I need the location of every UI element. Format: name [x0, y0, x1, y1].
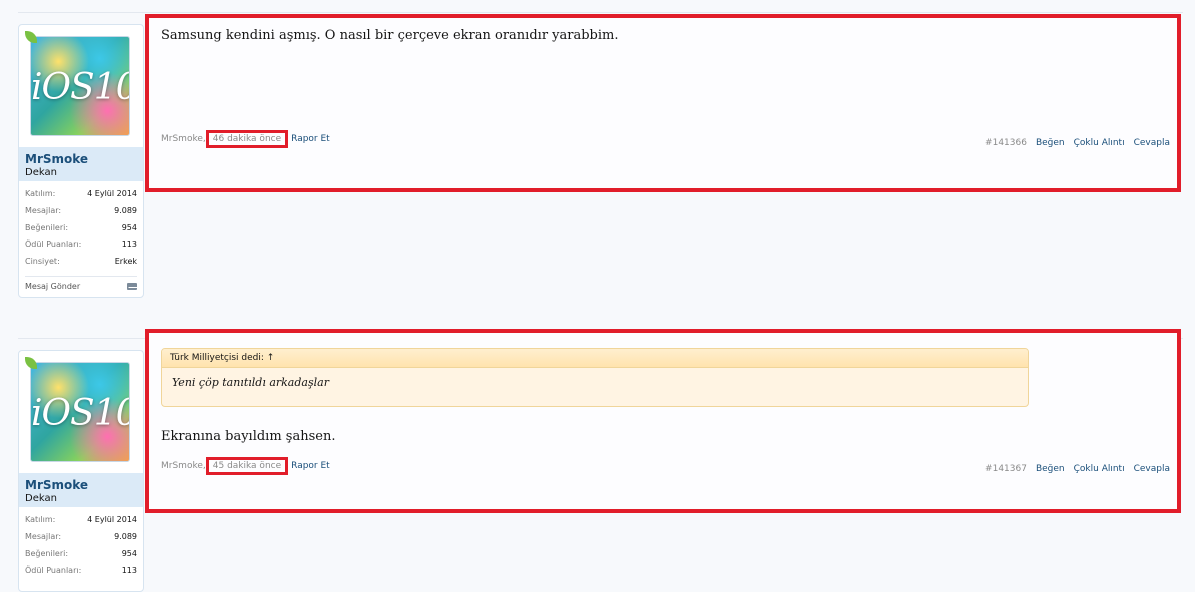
post-meta-left: MrSmoke, 46 dakika önce Rapor Et [161, 130, 330, 148]
post-message-box: Türk Milliyetçisi dedi: ↑ Yeni çöp tanıt… [145, 329, 1181, 513]
like-link[interactable]: Beğen [1036, 138, 1065, 148]
stat-label: Cinsiyet: [25, 257, 60, 266]
online-status-icon [25, 357, 37, 369]
multi-quote-link[interactable]: Çoklu Alıntı [1074, 464, 1125, 474]
stat-value: 4 Eylül 2014 [87, 515, 137, 524]
stat-value: 954 [121, 223, 137, 232]
reply-link[interactable]: Cevapla [1134, 464, 1170, 474]
stat-value[interactable]: 9.089 [114, 528, 137, 545]
stat-messages: Mesajlar: 9.089 [25, 528, 137, 545]
user-card: iOS10 MrSmoke Dekan Katılım: 4 Eylül 201… [18, 350, 144, 592]
name-block: MrSmoke Dekan [19, 147, 143, 181]
stat-joined: Katılım: 4 Eylül 2014 [25, 185, 137, 202]
quote-body: Yeni çöp tanıtıldı arkadaşlar [172, 376, 329, 389]
avatar-container: iOS10 [19, 25, 143, 147]
avatar[interactable]: iOS10 [30, 362, 130, 462]
user-card: iOS10 MrSmoke Dekan Katılım: 4 Eylül 201… [18, 24, 144, 298]
stat-value: 4 Eylül 2014 [87, 189, 137, 198]
stat-label: Ödül Puanları: [25, 566, 82, 575]
multi-quote-link[interactable]: Çoklu Alıntı [1074, 138, 1125, 148]
mail-icon [127, 283, 137, 290]
post-meta-left: MrSmoke, 45 dakika önce Rapor Et [161, 457, 330, 475]
online-status-icon [25, 31, 37, 43]
quote-block: Türk Milliyetçisi dedi: ↑ Yeni çöp tanıt… [161, 348, 1029, 407]
avatar-container: iOS10 [19, 351, 143, 473]
post-number-link[interactable]: #141366 [985, 138, 1027, 148]
stat-label: Beğenileri: [25, 549, 69, 558]
stat-label: Mesajlar: [25, 206, 62, 215]
stat-label: Mesajlar: [25, 532, 62, 541]
stat-likes: Beğenileri: 954 [25, 219, 137, 236]
stat-label: Beğenileri: [25, 223, 69, 232]
post-meta-right: #141366 Beğen Çoklu Alıntı Cevapla [985, 138, 1170, 148]
avatar-logo-text: iOS10 [31, 393, 130, 434]
send-message-button[interactable]: Mesaj Gönder [19, 277, 143, 297]
stat-label: Ödül Puanları: [25, 240, 82, 249]
post-message-box: Samsung kendini aşmış. O nasıl bir çerçe… [145, 14, 1181, 192]
avatar-logo-text: iOS10 [31, 67, 130, 108]
stat-joined: Katılım: 4 Eylül 2014 [25, 511, 137, 528]
user-stats: Katılım: 4 Eylül 2014 Mesajlar: 9.089 Be… [19, 507, 143, 581]
stat-value[interactable]: 113 [122, 562, 137, 579]
post-time[interactable]: 46 dakika önce [205, 130, 289, 148]
user-title: Dekan [25, 493, 57, 504]
username-link[interactable]: MrSmoke [25, 478, 137, 492]
stat-label: Katılım: [25, 189, 56, 198]
post-author-link[interactable]: MrSmoke, [161, 134, 206, 144]
like-link[interactable]: Beğen [1036, 464, 1065, 474]
user-stats: Katılım: 4 Eylül 2014 Mesajlar: 9.089 Be… [19, 181, 143, 272]
stat-value[interactable]: 9.089 [114, 202, 137, 219]
stat-value: 954 [121, 549, 137, 558]
post-author-link[interactable]: MrSmoke, [161, 461, 206, 471]
quote-header[interactable]: Türk Milliyetçisi dedi: ↑ [162, 349, 1028, 368]
post-message-text: Samsung kendini aşmış. O nasıl bir çerçe… [161, 28, 619, 43]
reply-link[interactable]: Cevapla [1134, 138, 1170, 148]
avatar[interactable]: iOS10 [30, 36, 130, 136]
post-meta-right: #141367 Beğen Çoklu Alıntı Cevapla [985, 464, 1170, 474]
stat-trophy-points: Ödül Puanları: 113 [25, 562, 137, 579]
report-link[interactable]: Rapor Et [291, 461, 330, 471]
stat-value[interactable]: 113 [122, 236, 137, 253]
stat-messages: Mesajlar: 9.089 [25, 202, 137, 219]
stat-label: Katılım: [25, 515, 56, 524]
stat-trophy-points: Ödül Puanları: 113 [25, 236, 137, 253]
stat-value: Erkek [114, 257, 137, 266]
post-time[interactable]: 45 dakika önce [205, 457, 289, 475]
send-message-label: Mesaj Gönder [25, 282, 81, 291]
stat-likes: Beğenileri: 954 [25, 545, 137, 562]
report-link[interactable]: Rapor Et [291, 134, 330, 144]
top-divider [18, 12, 1183, 13]
stat-gender: Cinsiyet: Erkek [25, 253, 137, 270]
username-link[interactable]: MrSmoke [25, 152, 137, 166]
user-title: Dekan [25, 167, 57, 178]
post-number-link[interactable]: #141367 [985, 464, 1027, 474]
post-message-text: Ekranına bayıldım şahsen. [161, 429, 336, 444]
name-block: MrSmoke Dekan [19, 473, 143, 507]
